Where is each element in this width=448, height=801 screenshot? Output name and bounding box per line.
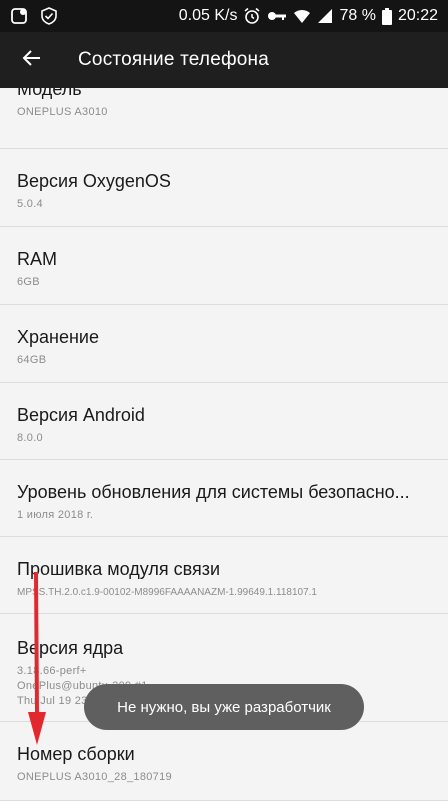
toast-message: Не нужно, вы уже разработчик xyxy=(84,684,364,730)
annotation-arrow xyxy=(28,571,46,745)
